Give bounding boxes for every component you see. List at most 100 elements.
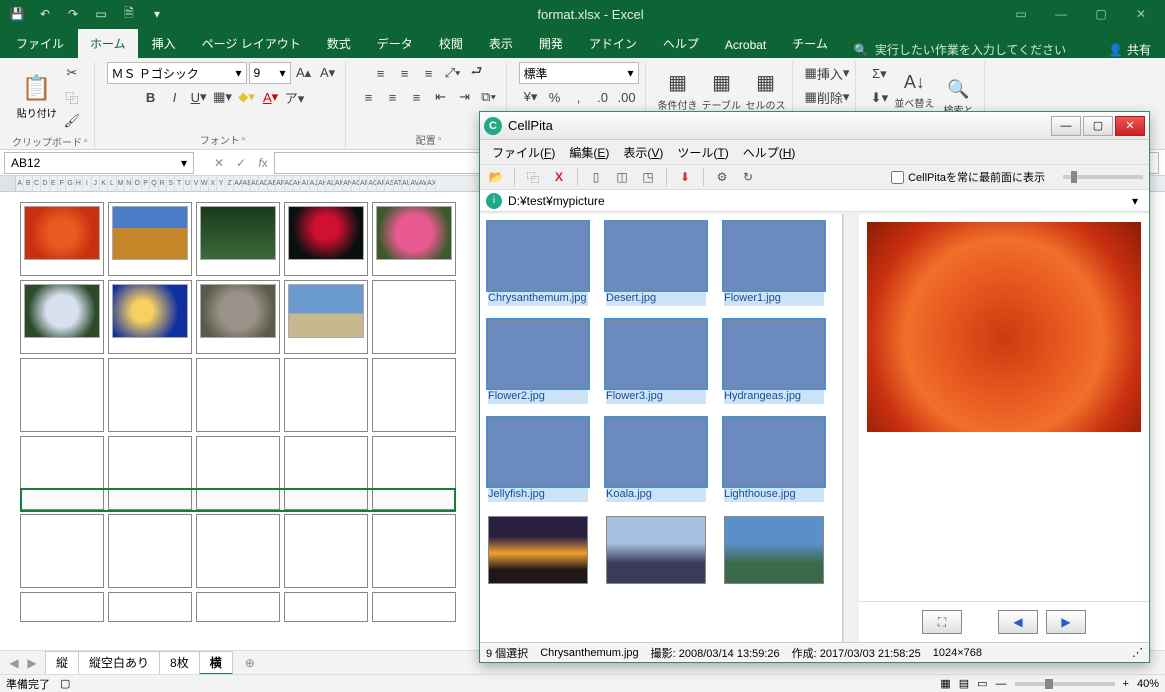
col-header[interactable]: AN <box>343 176 351 191</box>
thumbnail-item[interactable]: Koala.jpg <box>606 418 706 502</box>
indent-dec-icon[interactable]: ⇤ <box>430 86 452 108</box>
col-header[interactable]: AB <box>243 176 251 191</box>
col-header[interactable]: N <box>125 176 133 191</box>
zoom-out-icon[interactable]: — <box>996 678 1007 690</box>
col-header[interactable]: AL <box>326 176 334 191</box>
copy-icon[interactable]: ⿻ <box>523 167 543 187</box>
bold-button[interactable]: B <box>140 86 162 108</box>
col-header[interactable]: AP <box>360 176 368 191</box>
grid-image[interactable] <box>376 206 452 260</box>
col-header[interactable]: J <box>92 176 100 191</box>
resize-grip-icon[interactable]: ⋰ <box>1132 646 1143 659</box>
align-right-icon[interactable]: ≡ <box>406 86 428 108</box>
col-header[interactable]: T <box>175 176 183 191</box>
thumbnail-item[interactable]: Desert.jpg <box>606 222 706 306</box>
minimize-icon[interactable]: — <box>1051 7 1071 21</box>
grid-image[interactable] <box>288 206 364 260</box>
cellpita-close-icon[interactable]: ✕ <box>1115 116 1145 136</box>
sheet-tab[interactable]: 8枚 <box>159 651 200 675</box>
pdf-icon[interactable]: ⬇ <box>675 167 695 187</box>
thumbnail-item[interactable]: Flower1.jpg <box>724 222 824 306</box>
dialog-launcher-icon[interactable]: ▫ <box>84 136 88 147</box>
col-header[interactable]: P <box>142 176 150 191</box>
thumbnail-item[interactable]: Lighthouse.jpg <box>724 418 824 502</box>
ribbon-tab-4[interactable]: 数式 <box>315 29 363 58</box>
path-dropdown-icon[interactable]: ▾ <box>1127 194 1143 208</box>
sheet-tab[interactable]: 横 <box>199 651 233 675</box>
col-header[interactable]: C <box>33 176 41 191</box>
col-header[interactable]: AO <box>352 176 360 191</box>
thumbnail-item[interactable]: Hydrangeas.jpg <box>724 320 824 404</box>
dialog-launcher-icon[interactable]: ▫ <box>242 134 246 145</box>
grid-image[interactable] <box>112 284 188 338</box>
col-header[interactable]: AE <box>268 176 276 191</box>
refresh-icon[interactable]: ↻ <box>738 167 758 187</box>
ribbon-tab-8[interactable]: 開発 <box>527 29 575 58</box>
new-icon[interactable]: ▭ <box>88 2 114 26</box>
number-format-select[interactable]: 標準▾ <box>519 62 639 84</box>
thumbnail-item[interactable]: Flower3.jpg <box>606 320 706 404</box>
layout1-icon[interactable]: ▯ <box>586 167 606 187</box>
align-left-icon[interactable]: ≡ <box>358 86 380 108</box>
col-header[interactable]: I <box>83 176 91 191</box>
ribbon-tab-6[interactable]: 校閲 <box>427 29 475 58</box>
qat-more-icon[interactable]: ▾ <box>144 2 170 26</box>
font-size-select[interactable]: 9▾ <box>249 62 291 84</box>
zoom-level[interactable]: 40% <box>1137 678 1159 690</box>
cut-icon[interactable]: ✂ <box>61 62 83 84</box>
thumbnail-item[interactable]: Flower2.jpg <box>488 320 588 404</box>
menu-help[interactable]: ヘルプ(H) <box>743 144 796 161</box>
col-header[interactable]: AQ <box>368 176 376 191</box>
add-sheet-icon[interactable]: ⊕ <box>239 656 261 670</box>
phonetic-button[interactable]: ア▾ <box>284 86 306 108</box>
col-header[interactable]: AS <box>385 176 393 191</box>
grid-image[interactable] <box>112 206 188 260</box>
col-header[interactable]: AW <box>419 176 427 191</box>
ribbon-tab-12[interactable]: チーム <box>780 29 840 58</box>
ribbon-tab-5[interactable]: データ <box>365 29 425 58</box>
inc-decimal-icon[interactable]: .0 <box>592 86 614 108</box>
autosum-icon[interactable]: Σ▾ <box>868 63 890 85</box>
sheet-nav-last-icon[interactable]: ▶ <box>24 656 40 670</box>
col-header[interactable]: AD <box>259 176 267 191</box>
orientation-icon[interactable]: ⤢▾ <box>442 62 464 84</box>
col-header[interactable]: M <box>117 176 125 191</box>
col-header[interactable]: O <box>133 176 141 191</box>
format-painter-icon[interactable]: 🖌 <box>61 110 83 132</box>
col-header[interactable]: X <box>209 176 217 191</box>
col-header[interactable]: AI <box>301 176 309 191</box>
undo-icon[interactable]: ↶ <box>32 2 58 26</box>
gear-icon[interactable]: ⚙ <box>712 167 732 187</box>
grow-font-icon[interactable]: A▴ <box>293 62 315 84</box>
col-header[interactable]: AA <box>234 176 242 191</box>
cellpita-minimize-icon[interactable]: — <box>1051 116 1081 136</box>
col-header[interactable]: R <box>159 176 167 191</box>
font-color-button[interactable]: A▾ <box>260 86 282 108</box>
thumbnail-item[interactable] <box>606 516 706 584</box>
grid-image[interactable] <box>200 206 276 260</box>
enter-entry-icon[interactable]: ✓ <box>230 152 252 174</box>
ribbon-tab-7[interactable]: 表示 <box>477 29 525 58</box>
cellpita-titlebar[interactable]: C CellPita — ▢ ✕ <box>480 112 1149 140</box>
grid-image[interactable] <box>200 284 276 338</box>
preview-icon[interactable]: 🗎 <box>116 2 142 26</box>
thumbnail-panel[interactable]: Chrysanthemum.jpgDesert.jpgFlower1.jpgFl… <box>480 214 843 642</box>
col-header[interactable]: Y <box>217 176 225 191</box>
col-header[interactable]: AR <box>377 176 385 191</box>
redo-icon[interactable]: ↷ <box>60 2 86 26</box>
layout3-icon[interactable]: ◳ <box>638 167 658 187</box>
underline-button[interactable]: U▾ <box>188 86 210 108</box>
merge-icon[interactable]: ⧉▾ <box>478 86 500 108</box>
shrink-font-icon[interactable]: A▾ <box>317 62 339 84</box>
col-header[interactable]: H <box>75 176 83 191</box>
dec-decimal-icon[interactable]: .00 <box>616 86 638 108</box>
percent-icon[interactable]: % <box>544 86 566 108</box>
wrap-text-icon[interactable]: ⮐ <box>466 62 488 84</box>
col-header[interactable]: A <box>16 176 24 191</box>
fill-icon[interactable]: ⬇▾ <box>868 87 890 109</box>
sheet-nav-first-icon[interactable]: ◀ <box>6 656 22 670</box>
col-header[interactable]: AF <box>276 176 284 191</box>
sheet-tab[interactable]: 縦空白あり <box>78 651 160 675</box>
col-header[interactable]: D <box>41 176 49 191</box>
border-button[interactable]: ▦▾ <box>212 86 234 108</box>
